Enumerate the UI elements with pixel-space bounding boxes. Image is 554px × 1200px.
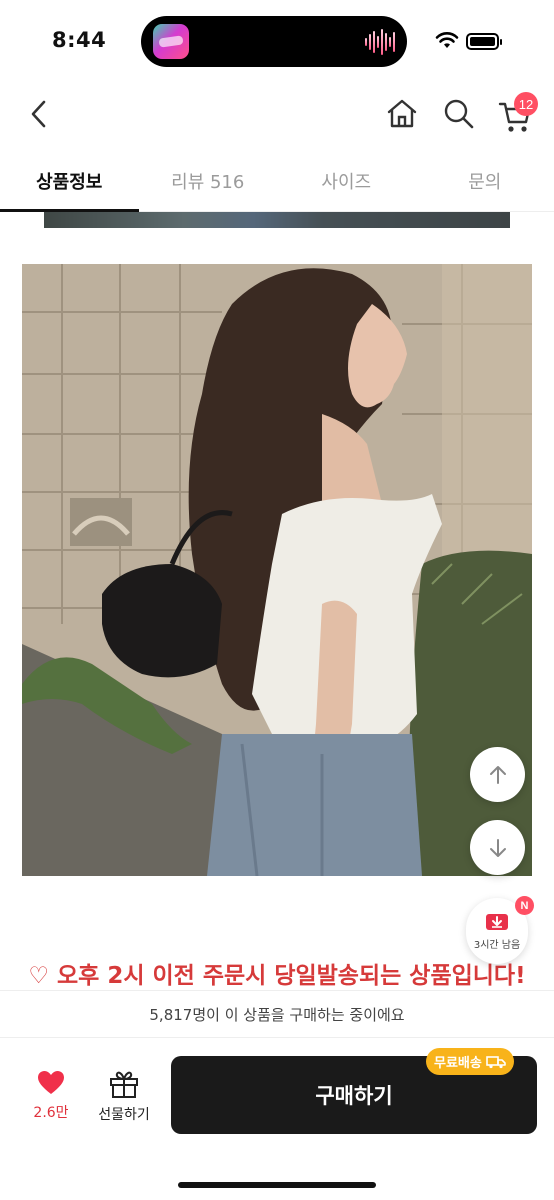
product-photo: [22, 264, 532, 876]
status-bar: 8:44: [0, 0, 554, 80]
gift-icon: [110, 1071, 138, 1098]
nav-bar: [0, 80, 554, 150]
product-detail-content: ♡ 오후 2시 이전 주문시 당일발송되는 상품입니다!: [0, 212, 554, 990]
free-shipping-label: 무료배송: [434, 1056, 482, 1071]
tab-inquiry[interactable]: 문의: [416, 150, 554, 211]
back-icon[interactable]: [24, 96, 56, 132]
scroll-down-button[interactable]: [470, 820, 525, 875]
tab-reviews[interactable]: 리뷰 516: [139, 150, 278, 211]
coupon-icon: [486, 913, 508, 930]
heart-icon: [38, 1071, 64, 1094]
same-day-shipping-notice: ♡ 오후 2시 이전 주문시 당일발송되는 상품입니다!: [28, 963, 526, 989]
gift-button[interactable]: 선물하기: [90, 1070, 158, 1130]
arrow-up-icon: [489, 765, 506, 784]
truck-icon: [486, 1055, 506, 1068]
arrow-down-icon: [489, 838, 506, 857]
cart-count-badge: 12: [514, 92, 538, 116]
audio-wave-icon: [365, 28, 395, 56]
product-tabs: 상품정보 리뷰 516 사이즈 문의: [0, 150, 554, 212]
timer-label: 3시간 남음: [473, 939, 521, 951]
gift-label: 선물하기: [98, 1107, 150, 1123]
app-icon: [153, 24, 189, 59]
tab-product-info[interactable]: 상품정보: [0, 150, 139, 212]
battery-icon: [466, 33, 502, 50]
tab-size[interactable]: 사이즈: [277, 150, 416, 211]
home-indicator: [178, 1182, 376, 1188]
status-time: 8:44: [52, 28, 107, 52]
new-badge: N: [515, 896, 534, 915]
buying-now-banner: 5,817명이 이 상품을 구매하는 중이에요: [0, 990, 554, 1038]
free-shipping-badge: 무료배송: [426, 1048, 514, 1075]
like-button[interactable]: 2.6만: [24, 1070, 78, 1130]
dynamic-island: [141, 16, 407, 67]
like-count: 2.6만: [33, 1105, 69, 1121]
previous-product-image: [44, 212, 510, 228]
wifi-icon: [435, 32, 459, 48]
scroll-up-button[interactable]: [470, 747, 525, 802]
search-icon[interactable]: [441, 96, 477, 132]
home-icon[interactable]: [384, 96, 420, 132]
bottom-action-bar: 2.6만 선물하기 구매하기 무료배송: [0, 1038, 554, 1200]
